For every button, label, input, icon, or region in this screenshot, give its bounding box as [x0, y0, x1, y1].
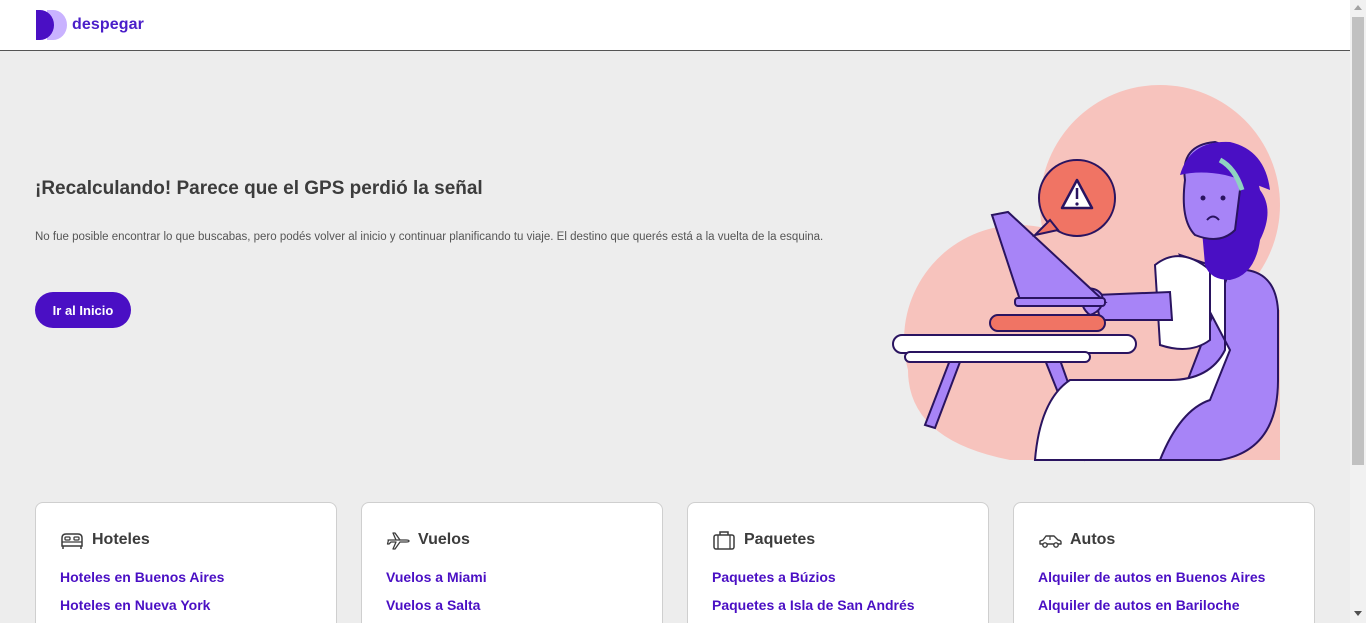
scroll-thumb[interactable] [1352, 17, 1364, 465]
suitcase-icon [713, 531, 735, 550]
flights-link-salta[interactable]: Vuelos a Salta [386, 597, 480, 613]
go-home-button[interactable]: Ir al Inicio [35, 292, 131, 328]
top-header: despegar [0, 0, 1350, 51]
despegar-logo-icon [36, 10, 67, 40]
hotels-card: Hoteles Hoteles en Buenos Aires Hoteles … [35, 502, 337, 623]
packages-link-san-andres[interactable]: Paquetes a Isla de San Andrés [712, 597, 915, 613]
packages-card: Paquetes Paquetes a Búzios Paquetes a Is… [687, 502, 989, 623]
flights-card: Vuelos Vuelos a Miami Vuelos a Salta [361, 502, 663, 623]
cars-link-bariloche[interactable]: Alquiler de autos en Bariloche [1038, 597, 1240, 613]
cars-card: Autos Alquiler de autos en Buenos Aires … [1013, 502, 1315, 623]
error-description: No fue posible encontrar lo que buscabas… [35, 231, 824, 243]
packages-link-buzios[interactable]: Paquetes a Búzios [712, 569, 836, 585]
card-title: Autos [1070, 531, 1116, 548]
card-title: Hoteles [92, 531, 150, 548]
scroll-down-arrow-icon[interactable] [1354, 611, 1362, 616]
car-icon [1039, 535, 1062, 548]
page-title: ¡Recalculando! Parece que el GPS perdió … [35, 178, 483, 199]
plane-icon [386, 532, 410, 550]
card-title: Vuelos [418, 531, 470, 548]
lost-gps-illustration [892, 85, 1280, 462]
vertical-scrollbar[interactable] [1350, 0, 1366, 623]
flights-link-miami[interactable]: Vuelos a Miami [386, 569, 487, 585]
scroll-up-arrow-icon[interactable] [1354, 5, 1362, 10]
card-title: Paquetes [744, 531, 816, 548]
hotels-link-nueva-york[interactable]: Hoteles en Nueva York [60, 597, 210, 613]
home-logo-link[interactable]: despegar [35, 10, 144, 40]
cars-link-buenos-aires[interactable]: Alquiler de autos en Buenos Aires [1038, 569, 1265, 585]
hotels-link-buenos-aires[interactable]: Hoteles en Buenos Aires [60, 569, 224, 585]
bed-icon [61, 533, 83, 549]
brand-name: despegar [72, 16, 144, 33]
